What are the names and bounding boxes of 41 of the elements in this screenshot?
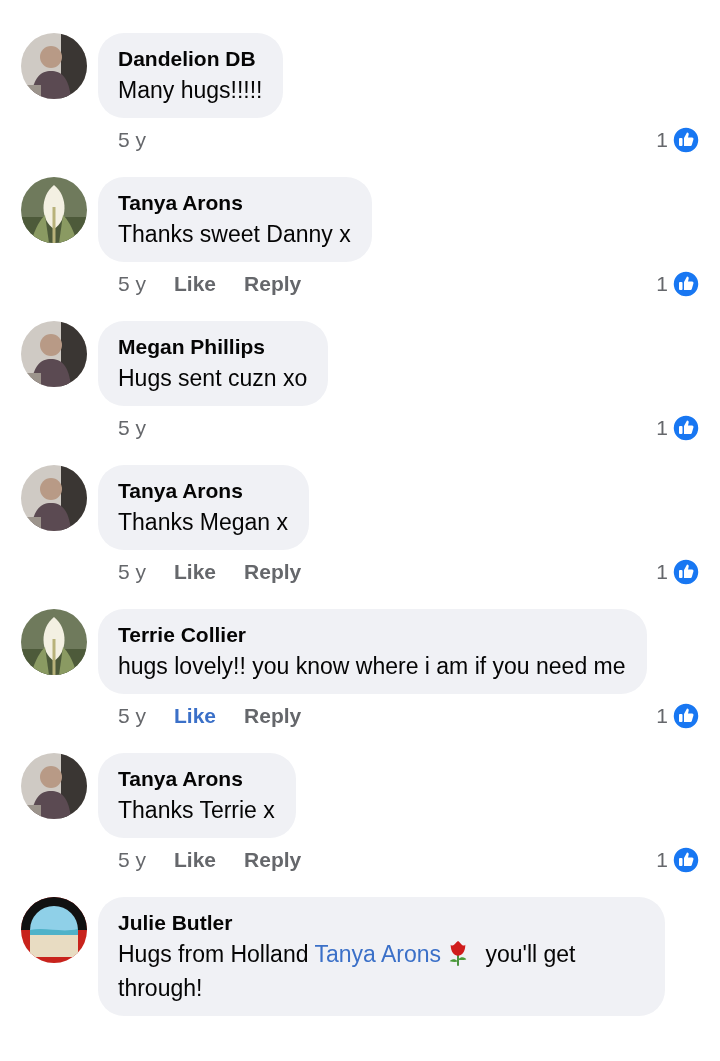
reaction-count: 1	[656, 848, 668, 872]
comment-text: Thanks Megan x	[118, 508, 289, 537]
author-name: Tanya Arons	[118, 766, 244, 792]
thumbs-up-icon	[672, 702, 700, 730]
like-link[interactable]: Like	[174, 848, 217, 872]
reply-link[interactable]: Reply	[244, 704, 302, 728]
thumbs-up-icon	[672, 414, 700, 442]
comment-time: 5 y	[118, 272, 146, 296]
author-name: Terrie Collier	[118, 622, 247, 648]
author-name: Tanya Arons	[118, 478, 244, 504]
comment-text: Hugs sent cuzn xo	[118, 364, 308, 393]
comment-text: hugs lovely!! you know where i am if you need me	[118, 652, 626, 681]
comment-time: 5 y	[118, 128, 146, 152]
thumbs-up-icon	[672, 270, 700, 298]
reaction-count: 1	[656, 704, 668, 728]
author-name: Megan Phillips	[118, 334, 267, 360]
reaction-count: 1	[656, 416, 668, 440]
like-link[interactable]: Like	[174, 704, 217, 728]
reply-link[interactable]: Reply	[244, 272, 302, 296]
author-name: Tanya Arons	[118, 190, 244, 216]
comment-time: 5 y	[118, 560, 146, 584]
author-name: Julie Butler	[118, 910, 234, 936]
like-link[interactable]: Like	[174, 560, 217, 584]
reaction-count: 1	[656, 128, 668, 152]
like-link[interactable]: Like	[174, 272, 217, 296]
comment-text: Thanks Terrie x	[118, 796, 275, 825]
comment-time: 5 y	[118, 704, 146, 728]
comment-text: Hugs from Holland Tanya Arons you'll get through!	[118, 938, 577, 1003]
comment-time: 5 y	[118, 416, 146, 440]
comment-time: 5 y	[118, 848, 146, 872]
reaction-count: 1	[656, 272, 668, 296]
thumbs-up-icon	[672, 846, 700, 874]
reply-link[interactable]: Reply	[244, 848, 302, 872]
comment-text: Thanks sweet Danny x	[118, 220, 351, 249]
reaction-count: 1	[656, 560, 668, 584]
thumbs-up-icon	[672, 558, 700, 586]
author-name: Dandelion DB	[118, 46, 257, 72]
comment-text: Many hugs!!!!!	[118, 76, 263, 105]
mention-link[interactable]: Tanya Arons	[314, 941, 442, 967]
reply-link[interactable]: Reply	[244, 560, 302, 584]
thumbs-up-icon	[672, 126, 700, 154]
